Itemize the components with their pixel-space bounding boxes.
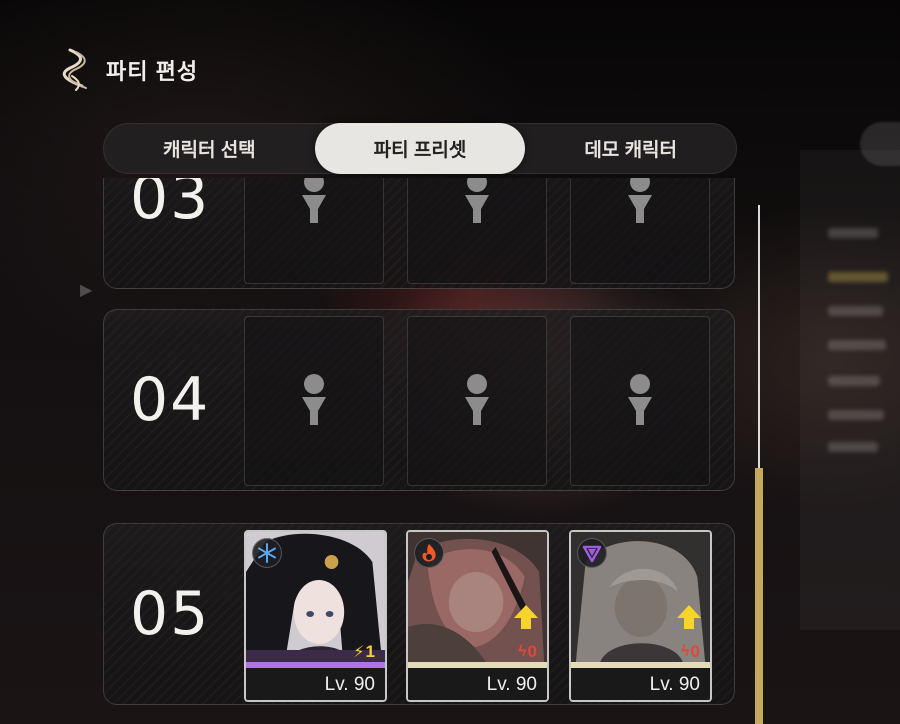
helix-logo-icon xyxy=(62,48,87,91)
person-placeholder-icon xyxy=(302,374,326,425)
preset-number: 04 xyxy=(130,365,211,435)
page-title: 파티 편성 xyxy=(106,59,199,84)
energy-indicator: ϟ0 xyxy=(518,642,537,661)
tab-character-select[interactable]: 캐릭터 선택 xyxy=(104,123,315,174)
character-card[interactable]: ϟ0 Lv. 90 xyxy=(569,530,712,702)
crystal-icon xyxy=(582,545,602,563)
tab-party-preset[interactable]: 파티 프리셋 xyxy=(314,123,526,174)
empty-slot[interactable] xyxy=(570,316,710,486)
element-badge xyxy=(414,538,444,568)
energy-indicator: ϟ0 xyxy=(681,642,700,661)
flame-icon xyxy=(422,544,436,562)
person-placeholder-icon xyxy=(628,178,652,223)
upgrade-arrow-icon xyxy=(677,605,701,629)
snowflake-icon xyxy=(258,543,276,563)
preset-number: 03 xyxy=(130,178,211,233)
empty-slot[interactable] xyxy=(407,316,547,486)
bolt-icon: ϟ xyxy=(518,643,527,660)
character-level: Lv. 90 xyxy=(246,668,385,700)
character-card[interactable]: ⚡ 1 Lv. 90 xyxy=(244,530,387,702)
left-arrow-icon: ▶ xyxy=(80,282,93,299)
preset-number: 05 xyxy=(130,579,211,649)
preset-row-03[interactable]: 03 xyxy=(103,178,735,289)
scrollbar-thumb[interactable] xyxy=(755,468,763,724)
empty-slot[interactable] xyxy=(244,178,384,284)
header: 파티 편성 xyxy=(62,48,198,92)
tab-bar: 캐릭터 선택 파티 프리셋 데모 캐릭터 xyxy=(103,123,737,174)
character-level: Lv. 90 xyxy=(408,668,547,700)
preset-list: 03 04 05 ⚡ 1 Lv. 90 ϟ 0 Lv. 90 ϟ 0 Lv. 9… xyxy=(103,178,743,724)
bolt-icon: ⚡ xyxy=(353,644,365,661)
tab-demo-character[interactable]: 데모 캐릭터 xyxy=(525,123,736,174)
preset-row-05[interactable]: 05 ⚡ 1 Lv. 90 ϟ 0 Lv. 90 ϟ 0 Lv. 90 xyxy=(103,523,735,705)
person-placeholder-icon xyxy=(628,374,652,425)
person-placeholder-icon xyxy=(465,178,489,223)
empty-slot[interactable] xyxy=(244,316,384,486)
person-placeholder-icon xyxy=(465,374,489,425)
empty-slot[interactable] xyxy=(407,178,547,284)
element-badge xyxy=(252,538,282,568)
energy-indicator: ⚡ 1 xyxy=(353,642,375,661)
empty-slot[interactable] xyxy=(570,178,710,284)
character-level: Lv. 90 xyxy=(571,668,710,700)
character-card[interactable]: ϟ0 Lv. 90 xyxy=(406,530,549,702)
preset-row-04[interactable]: 04 xyxy=(103,309,735,491)
upgrade-arrow-icon xyxy=(514,605,538,629)
bolt-icon: ϟ xyxy=(681,643,690,660)
person-placeholder-icon xyxy=(302,178,326,223)
element-badge xyxy=(577,538,607,568)
